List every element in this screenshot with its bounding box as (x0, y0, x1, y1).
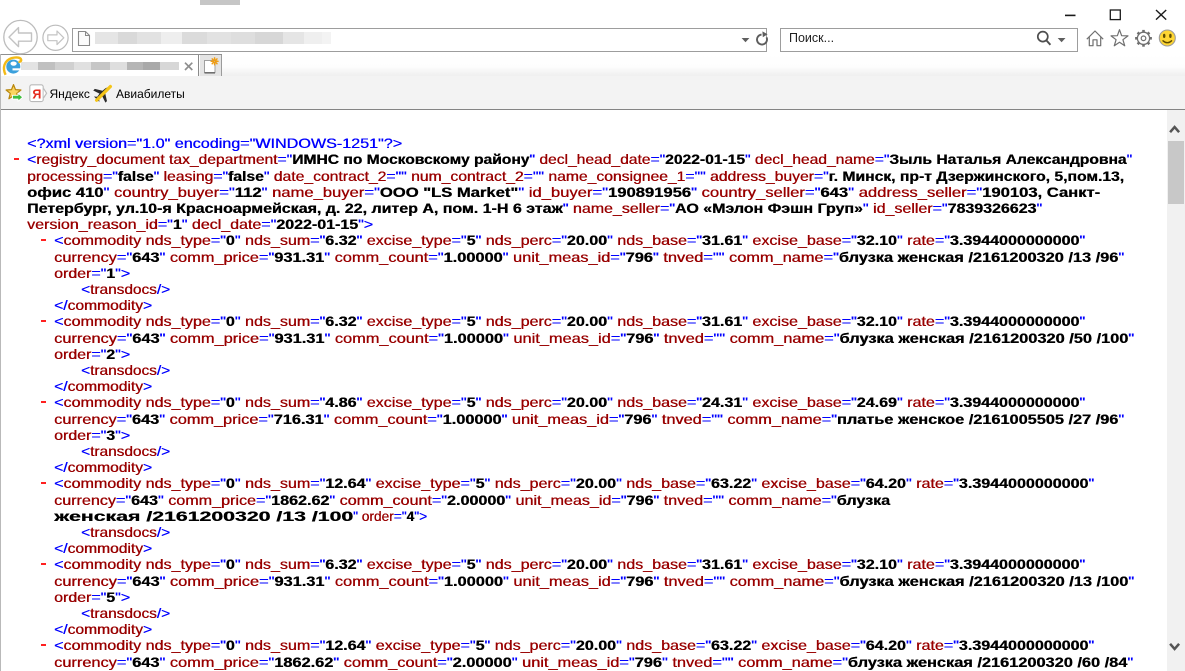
svg-text:Я: Я (32, 88, 41, 102)
